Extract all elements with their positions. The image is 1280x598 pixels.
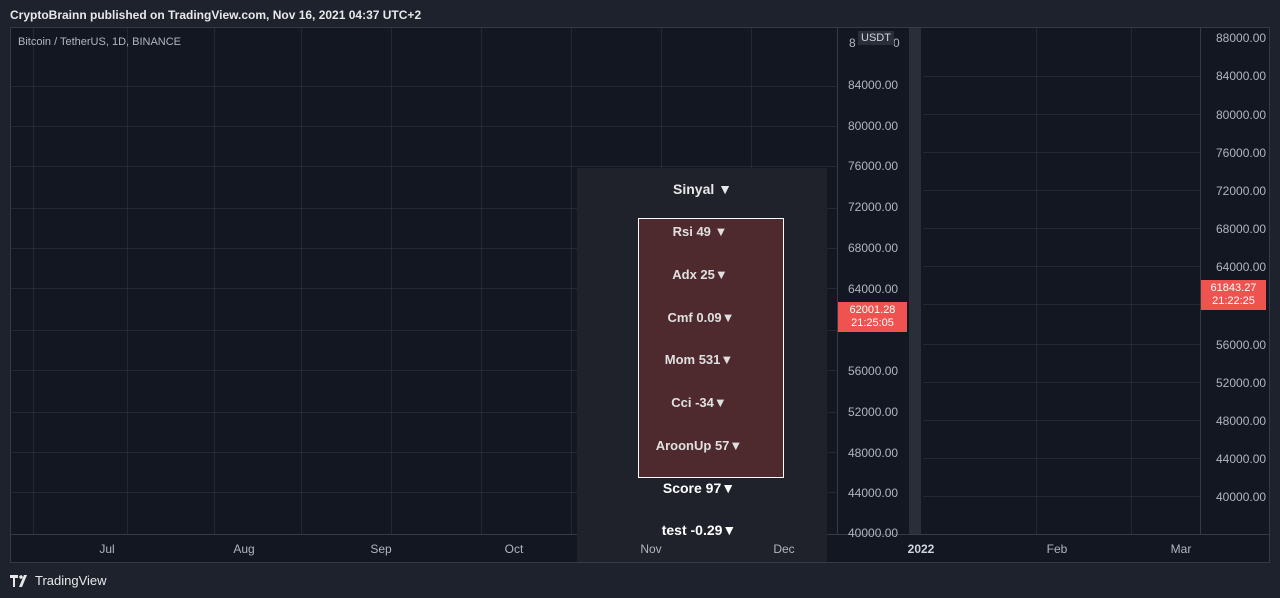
time-axis-label-year: 2022 [907, 542, 935, 556]
time-axis-label: Sep [370, 542, 392, 556]
symbol-legend[interactable]: Bitcoin / TetherUS, 1D, BINANCE [18, 36, 181, 48]
time-axis-label: Dec [773, 542, 795, 556]
tradingview-brand: TradingView [35, 573, 107, 588]
right-price-axis-label: 76000.00 [1216, 146, 1267, 160]
grid-line [923, 344, 1201, 345]
test-label: test -0.29▼ [661, 522, 737, 538]
grid-line [923, 382, 1201, 383]
price-axis-label: 72000.00 [848, 200, 899, 214]
right-price-axis-label: 68000.00 [1216, 222, 1267, 236]
grid-line [923, 420, 1201, 421]
right-last-price-value: 61843.27 [1210, 282, 1257, 294]
grid-line [391, 28, 392, 534]
time-axis-label: Aug [233, 542, 255, 556]
last-price-value: 62001.28 [849, 304, 896, 316]
grid-line [923, 266, 1201, 267]
grid-line [923, 228, 1201, 229]
grid-line [923, 304, 1201, 305]
grid-line [214, 28, 215, 534]
indicator-aroonup: AroonUp 57▼ [655, 438, 743, 453]
last-price-tag: 62001.28 21:25:05 [838, 302, 907, 332]
price-axis-label: 84000.00 [848, 78, 899, 92]
price-axis-label: 76000.00 [848, 159, 899, 173]
grid-line [923, 114, 1201, 115]
grid-line [11, 86, 837, 87]
publish-info: CryptoBrainn published on TradingView.co… [10, 8, 422, 22]
time-axis-label: Mar [1170, 542, 1192, 556]
price-axis-label: 48000.00 [848, 446, 899, 460]
right-last-price-tag: 61843.27 21:22:25 [1201, 280, 1266, 310]
tradingview-icon [10, 574, 27, 587]
right-price-axis-label: 56000.00 [1216, 338, 1267, 352]
grid-line [33, 28, 34, 534]
pane-divider[interactable] [909, 28, 921, 534]
grid-line [923, 458, 1201, 459]
grid-line [481, 28, 482, 534]
header: CryptoBrainn published on TradingView.co… [0, 0, 1280, 28]
grid-line [923, 190, 1201, 191]
grid-line [11, 126, 837, 127]
price-axis-label: 68000.00 [848, 241, 899, 255]
price-axis-label: 64000.00 [848, 282, 899, 296]
score-label: Score 97▼ [662, 480, 736, 496]
grid-line [571, 28, 572, 534]
right-price-axis-label: 80000.00 [1216, 108, 1267, 122]
price-axis-label: 56000.00 [848, 364, 899, 378]
indicator-mom: Mom 531▼ [664, 352, 734, 367]
price-axis-label: 80000.00 [848, 119, 899, 133]
price-axis-label: 40000.00 [848, 526, 899, 540]
right-price-axis-label: 72000.00 [1216, 184, 1267, 198]
last-price-countdown: 21:25:05 [851, 317, 894, 329]
grid-line [923, 152, 1201, 153]
right-price-axis-label: 88000.00 [1216, 31, 1267, 45]
right-last-price-countdown: 21:22:25 [1212, 295, 1255, 307]
indicator-adx: Adx 25▼ [672, 267, 728, 282]
time-axis-label: Nov [640, 542, 662, 556]
price-axis-partial: 8 [849, 36, 856, 50]
right-price-axis-label: 64000.00 [1216, 260, 1267, 274]
price-axis-label: 44000.00 [848, 486, 899, 500]
right-price-axis-label: 40000.00 [1216, 490, 1267, 504]
time-axis-label: Oct [504, 542, 524, 556]
time-axis-label: Feb [1046, 542, 1068, 556]
indicator-cmf: Cmf 0.09▼ [667, 310, 735, 325]
pane-separator [837, 28, 838, 534]
signal-title: Sinyal ▼ [673, 181, 732, 197]
grid-line [923, 76, 1201, 77]
grid-line [923, 496, 1201, 497]
indicator-rsi: Rsi 49 ▼ [672, 224, 728, 239]
price-axis-label: 52000.00 [848, 405, 899, 419]
right-price-axis-label: 44000.00 [1216, 452, 1267, 466]
time-axis-label: Jul [99, 542, 115, 556]
price-axis-partial-end: 0 [893, 36, 900, 50]
right-price-axis-label: 52000.00 [1216, 376, 1267, 390]
tradingview-logo[interactable]: TradingView [10, 573, 107, 588]
indicator-cci: Cci -34▼ [671, 395, 727, 410]
footer: TradingView [0, 563, 1280, 598]
grid-line [11, 166, 837, 167]
currency-label[interactable]: USDT [858, 31, 894, 45]
right-price-axis-label: 48000.00 [1216, 414, 1267, 428]
right-price-axis-label: 84000.00 [1216, 69, 1267, 83]
grid-line [301, 28, 302, 534]
chart-area[interactable]: Bitcoin / TetherUS, 1D, BINANCE Sinyal ▼… [10, 27, 1270, 563]
grid-line [127, 28, 128, 534]
